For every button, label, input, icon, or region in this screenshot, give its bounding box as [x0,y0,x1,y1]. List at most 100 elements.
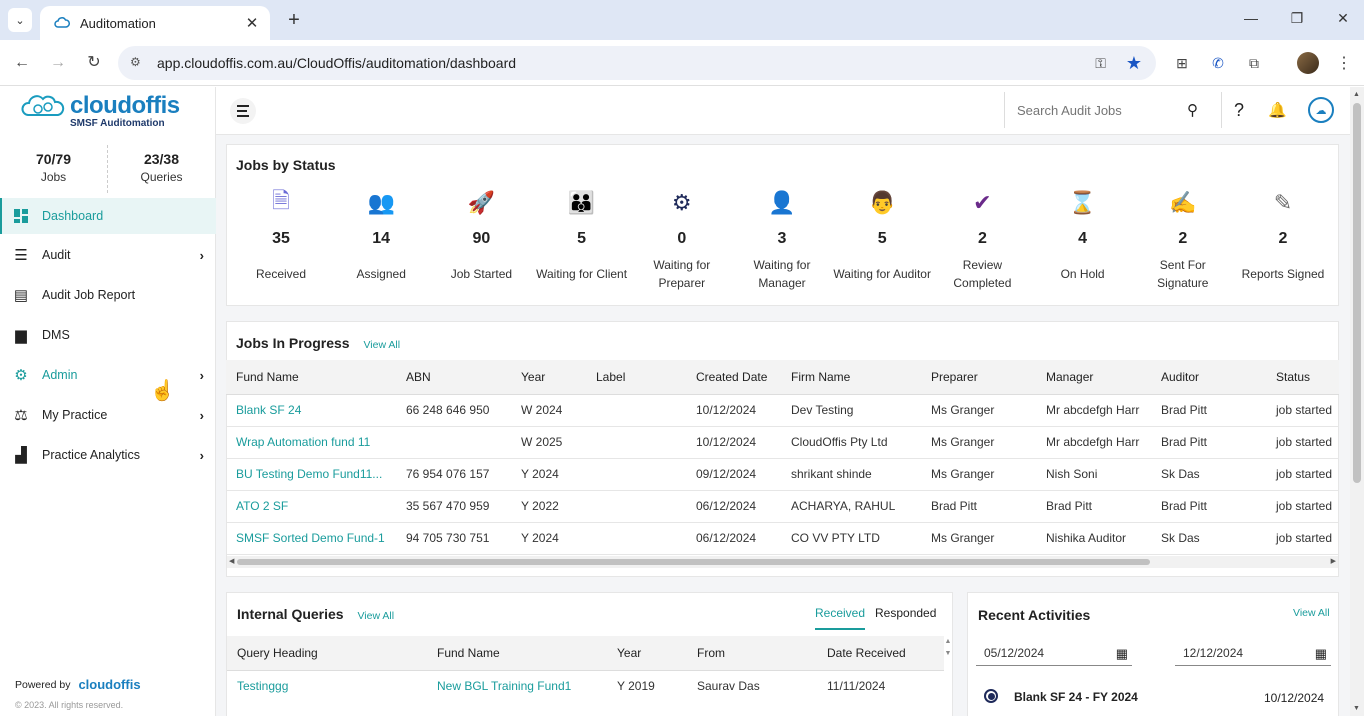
column-header[interactable]: Fund Name [427,636,607,671]
date-to-field[interactable]: 12/12/2024 ▦ [1175,640,1331,666]
window-close-icon[interactable]: ✕ [1333,10,1353,27]
table-row[interactable]: ATO 2 SF 35 567 470 959 Y 2022 06/12/2024 AC… [226,490,1339,523]
table-row[interactable]: Testinggg New BGL Training Fund1 Y 2019 Sau… [227,670,944,702]
sidebar-item-audit-job-report[interactable]: ▤ Audit Job Report [0,277,216,313]
column-header[interactable]: Status [1266,360,1339,395]
table-cell: Brad Pitt [1151,394,1266,427]
calendar-icon[interactable]: ▦ [1315,646,1327,662]
url-text[interactable]: app.cloudoffis.com.au/CloudOffis/auditom… [157,55,1095,71]
sidebar-item-dms[interactable]: ▆ DMS [0,317,216,353]
page-scrollbar[interactable]: ▲ ▼ [1350,87,1364,716]
queries-scroll-arrows[interactable]: ▲ ▼ [944,636,952,670]
fund-name-link[interactable]: SMSF Sorted Demo Fund-1 [226,522,396,555]
column-header[interactable]: Auditor [1151,360,1266,395]
address-bar[interactable]: ⚙ app.cloudoffis.com.au/CloudOffis/audit… [118,46,1156,80]
bookmark-star-icon[interactable]: ★ [1126,53,1142,74]
activity-title[interactable]: Blank SF 24 - FY 2024 [1014,690,1138,704]
status-item[interactable]: 👪 5 Waiting for Client [532,190,632,292]
new-tab-icon[interactable]: + [282,8,306,32]
tab-responded[interactable]: Responded [875,606,936,620]
column-header[interactable]: Fund Name [226,360,396,395]
reload-icon[interactable]: ↻ [83,52,105,74]
scroll-left-icon[interactable]: ◀ [229,557,234,565]
column-header[interactable]: Manager [1036,360,1151,395]
status-item[interactable]: ✔ 2 Review Completed [932,190,1032,292]
column-header[interactable]: Firm Name [781,360,921,395]
column-header[interactable]: From [687,636,817,671]
status-item[interactable]: ✍ 2 Sent For Signature [1133,190,1233,292]
sidebar-toggle-icon[interactable] [230,98,256,124]
scroll-right-icon[interactable]: ▶ [1331,557,1336,565]
column-header[interactable]: Date Received [817,636,944,671]
activity-radio-icon[interactable] [984,689,998,703]
status-item[interactable]: 🗎 35 Received [231,188,331,292]
scroll-thumb[interactable] [1353,103,1361,483]
sidebar-item-practice-analytics[interactable]: ▟ Practice Analytics › [0,437,216,473]
status-item[interactable]: 👤 3 Waiting for Manager [732,190,832,292]
status-item[interactable]: ⌛ 4 On Hold [1033,190,1133,292]
column-header[interactable]: Created Date [686,360,781,395]
fund-name-link[interactable]: Blank SF 24 [226,394,396,427]
tab-title: Auditomation [80,15,156,31]
status-item[interactable]: ✎ 2 Reports Signed [1233,190,1333,292]
jobs-in-progress-view-all-link[interactable]: View All [363,339,400,351]
fund-name-link[interactable]: BU Testing Demo Fund11... [226,458,396,491]
column-header[interactable]: Year [607,636,687,671]
notification-bell-icon[interactable]: 🔔 [1268,101,1287,119]
tab-received[interactable]: Received [815,606,866,630]
fund-name-link[interactable]: New BGL Training Fund1 [427,670,607,702]
fund-name-link[interactable]: ATO 2 SF [226,490,396,523]
sidebar-item-admin[interactable]: ⚙ Admin › [0,357,216,393]
forward-icon[interactable]: → [47,52,69,74]
internal-queries-view-all-link[interactable]: View All [357,610,394,622]
user-avatar[interactable]: ☁ [1308,97,1334,123]
scroll-thumb[interactable] [237,559,1150,565]
sidebar-item-audit[interactable]: ☰ Audit › [0,237,216,273]
phone-extension-icon[interactable]: ✆ [1208,53,1228,73]
table-row[interactable]: SMSF Sorted Demo Fund-1 94 705 730 751 Y 2… [226,522,1339,555]
restore-icon[interactable]: ❐ [1287,10,1307,27]
status-item[interactable]: ⚙ 0 Waiting for Preparer [632,190,732,292]
table-row[interactable]: Wrap Automation fund 11 W 2025 10/12/2024 C… [226,426,1339,459]
table-row[interactable]: BU Testing Demo Fund11... 76 954 076 157 Y… [226,458,1339,491]
password-key-icon[interactable]: ⚿ [1095,55,1106,72]
back-icon[interactable]: ← [11,52,33,74]
column-header[interactable]: Year [511,360,586,395]
column-header[interactable]: Query Heading [227,636,427,671]
search-input[interactable] [1017,102,1187,118]
status-item[interactable]: 👥 14 Assigned [331,190,431,292]
minimize-icon[interactable]: — [1241,10,1261,26]
column-header[interactable]: Label [586,360,686,395]
horizontal-scrollbar[interactable]: ◀ ▶ [227,556,1338,568]
column-header[interactable]: ABN [396,360,511,395]
status-item[interactable]: 🚀 90 Job Started [431,190,531,292]
sidebar-item-label: Admin [42,368,78,382]
profile-avatar[interactable] [1297,52,1319,74]
date-from-field[interactable]: 05/12/2024 ▦ [976,640,1132,666]
column-header[interactable]: Preparer [921,360,1036,395]
query-heading-link[interactable]: Testinggg [227,670,427,702]
scroll-up-icon[interactable]: ▲ [1353,91,1360,98]
search-icon[interactable]: ⚲ [1187,101,1198,119]
queries-stat[interactable]: 23/38 Queries [108,151,215,184]
scroll-down-icon[interactable]: ▼ [1353,705,1360,712]
help-icon[interactable]: ? [1234,100,1244,121]
browser-tab[interactable]: Auditomation ✕ [40,6,270,40]
browser-menu-icon[interactable]: ⋮ [1336,53,1352,73]
jobs-stat[interactable]: 70/79 Jobs [0,151,107,184]
jobs-stat-value: 70/79 [35,151,72,167]
tab-search-chevron-icon[interactable]: ⌄ [8,8,32,32]
sidebar-item-dashboard[interactable]: Dashboard [0,198,216,234]
qr-extension-icon[interactable]: ⊞ [1172,53,1192,73]
tab-close-icon[interactable]: ✕ [244,14,260,32]
fund-name-link[interactable]: Wrap Automation fund 11 [226,426,396,459]
table-cell: Y 2024 [511,522,586,555]
recent-activities-view-all-link[interactable]: View All [1293,607,1330,619]
table-row[interactable]: Blank SF 24 66 248 646 950 W 2024 10/12/202… [226,394,1339,427]
extensions-puzzle-icon[interactable]: ⧉ [1244,53,1264,73]
calendar-icon[interactable]: ▦ [1116,646,1128,662]
status-item[interactable]: 👨 5 Waiting for Auditor [832,190,932,292]
sidebar-item-my-practice[interactable]: ⚖ My Practice › [0,397,216,433]
powered-by-logo: cloudoffis [78,677,141,692]
site-settings-icon[interactable]: ⚙ [130,55,146,71]
